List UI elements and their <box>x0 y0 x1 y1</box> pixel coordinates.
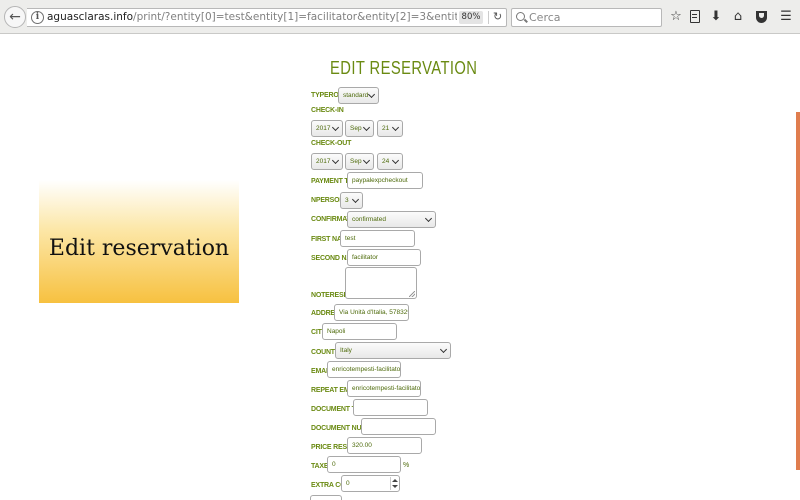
banner-title: Edit reservation <box>48 236 230 261</box>
checkin-year-select[interactable]: 2017 <box>311 120 343 137</box>
extra-cost-input[interactable]: 0 <box>341 475 400 492</box>
checkin-day-select[interactable]: 21 <box>377 120 403 137</box>
browser-toolbar: ← i aguasclaras.info/print/?entity[0]=te… <box>0 0 800 34</box>
checkin-month-select[interactable]: Sep <box>345 120 374 137</box>
back-button[interactable]: ← <box>4 6 26 28</box>
bookmark-star-icon[interactable]: ☆ <box>667 7 685 27</box>
taxes-unit: % <box>403 462 410 469</box>
url-host: aguasclaras.info <box>47 11 134 23</box>
extra-cost-value: 0 <box>346 480 350 487</box>
chevron-down-icon <box>331 123 340 132</box>
checkin-label: CHECK-IN <box>311 107 344 114</box>
price-reserve-input[interactable]: 320.00 <box>347 437 422 454</box>
page-scrollbar[interactable] <box>796 112 800 470</box>
checkout-month-select[interactable]: Sep <box>345 153 374 170</box>
reading-list-icon[interactable] <box>686 7 704 27</box>
checkout-year-select[interactable]: 2017 <box>311 153 343 170</box>
download-icon[interactable]: ⬇ <box>707 7 725 27</box>
chevron-down-icon <box>391 123 400 132</box>
country-select[interactable]: Italy <box>335 342 451 359</box>
home-icon[interactable]: ⌂ <box>729 7 747 27</box>
page-title: EDIT RESERVATION <box>330 58 478 78</box>
checkout-year-value: 2017 <box>316 158 331 165</box>
checkout-label: CHECK-OUT <box>311 140 352 147</box>
zoom-indicator[interactable]: 80% <box>459 11 483 24</box>
npersone-value: 3 <box>345 197 349 204</box>
next-field-input[interactable] <box>310 495 342 500</box>
pocket-shield-icon[interactable] <box>752 7 770 27</box>
checkin-year-value: 2017 <box>316 125 331 132</box>
npersone-select[interactable]: 3 <box>340 192 363 209</box>
country-value: Italy <box>340 347 352 354</box>
chevron-down-icon <box>362 123 371 132</box>
edit-reservation-banner: Edit reservation <box>39 180 239 303</box>
checkout-day-select[interactable]: 24 <box>377 153 403 170</box>
menu-icon[interactable]: ☰ <box>777 7 795 27</box>
checkin-month-value: Sep <box>350 125 362 132</box>
search-placeholder: Cerca <box>529 11 561 24</box>
checkout-month-value: Sep <box>350 158 362 165</box>
document-type-input[interactable] <box>353 399 428 416</box>
reload-icon[interactable]: ↻ <box>493 10 502 23</box>
chevron-down-icon <box>439 345 448 354</box>
confirmated-select[interactable]: confirmated <box>347 211 436 228</box>
spinner-up-icon[interactable] <box>392 479 398 482</box>
checkin-day-value: 21 <box>382 125 390 132</box>
email-input[interactable]: enricotempesti-facilitator-1c <box>327 361 401 378</box>
chevron-down-icon <box>391 156 400 165</box>
site-info-icon[interactable]: i <box>31 11 44 24</box>
city-input[interactable]: Napoli <box>322 323 397 340</box>
chevron-down-icon <box>331 156 340 165</box>
notereserve-textarea[interactable] <box>345 267 417 299</box>
confirmated-value: confirmated <box>352 216 386 223</box>
urlbar-separator <box>488 11 489 24</box>
payment-type-input[interactable]: paypalexpcheckout <box>347 172 423 189</box>
address-input[interactable]: Via Unità d'Italia, 5783296 <box>334 304 409 321</box>
document-number-input[interactable] <box>361 418 436 435</box>
chevron-down-icon <box>351 195 360 204</box>
chevron-down-icon <box>424 214 433 223</box>
first-name-input[interactable]: test <box>340 230 415 247</box>
search-icon <box>516 12 525 21</box>
search-bar[interactable]: Cerca <box>511 8 662 27</box>
url-text[interactable]: aguasclaras.info/print/?entity[0]=test&e… <box>47 11 457 23</box>
typeroom-select[interactable]: standard <box>338 87 379 104</box>
typeroom-value: standard <box>343 92 369 99</box>
repeat-email-input[interactable]: enricotempesti-facilitator-1c <box>347 380 421 397</box>
taxes-input[interactable]: 0 <box>327 456 401 473</box>
resize-grip-icon[interactable] <box>409 291 415 297</box>
checkout-day-value: 24 <box>382 158 390 165</box>
number-spinner[interactable] <box>390 477 398 490</box>
spinner-down-icon[interactable] <box>392 485 398 488</box>
address-bar[interactable]: i aguasclaras.info/print/?entity[0]=test… <box>27 8 507 27</box>
chevron-down-icon <box>367 90 376 99</box>
second-name-input[interactable]: facilitator <box>347 249 421 266</box>
url-path: /print/?entity[0]=test&entity[1]=facilit… <box>133 11 457 23</box>
chevron-down-icon <box>362 156 371 165</box>
